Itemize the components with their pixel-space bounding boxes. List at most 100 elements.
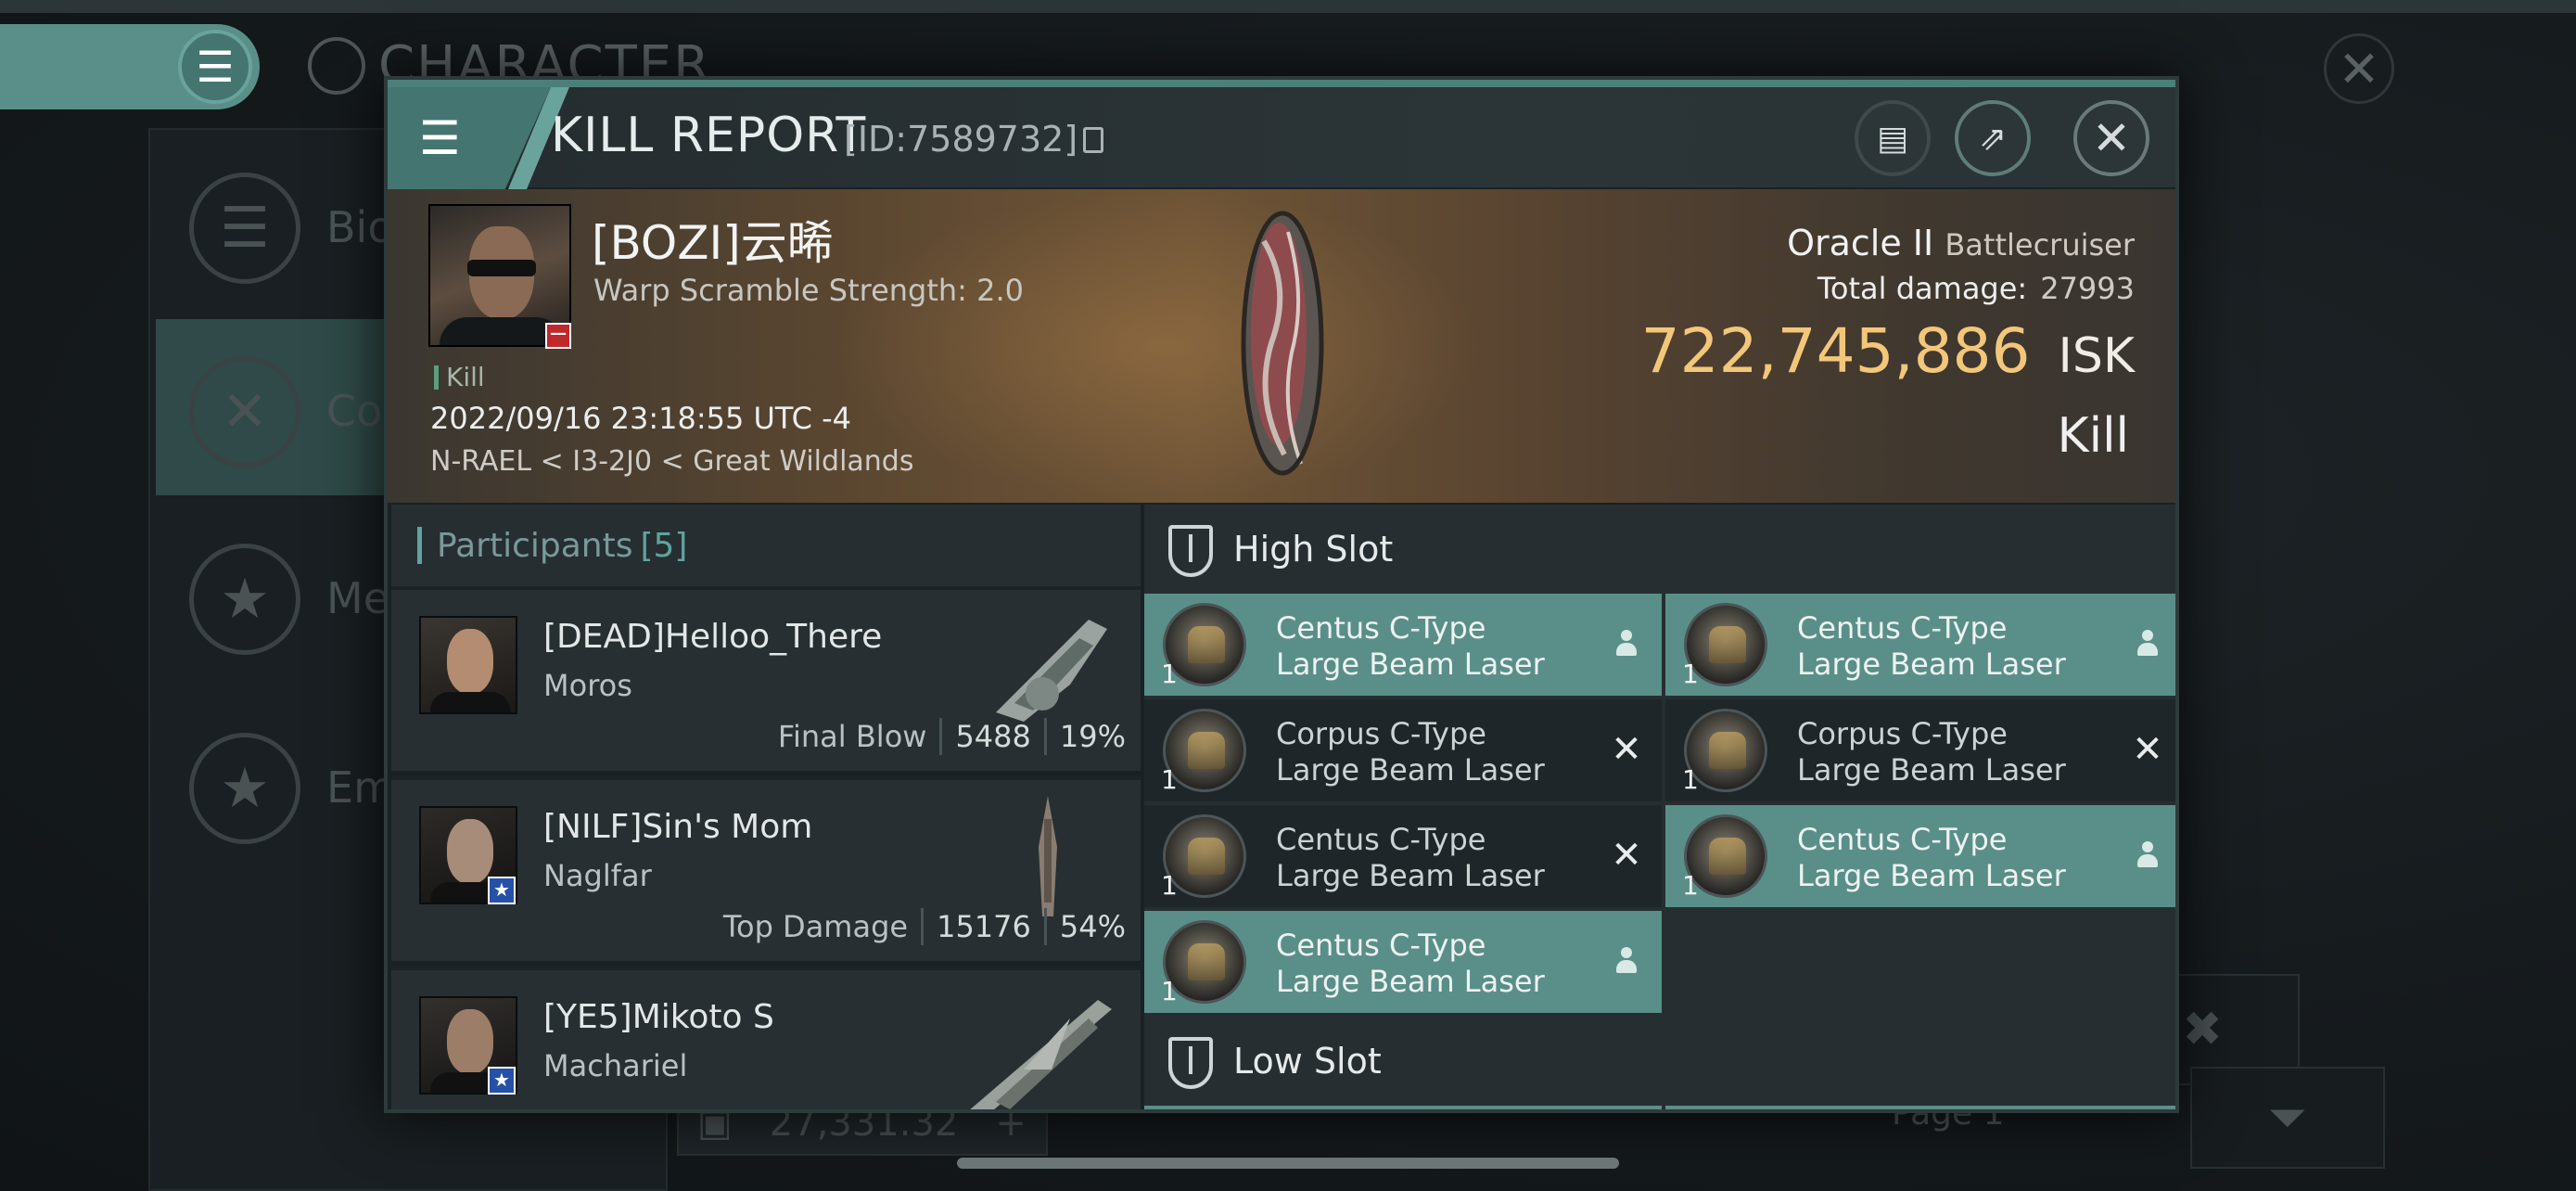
module-item-partial[interactable] [1144, 1106, 1662, 1109]
module-quantity: 1 [1682, 870, 1699, 901]
damage-label: Total damage: [1817, 271, 2028, 306]
module-item[interactable]: 1 Centus C-Type Large Beam Laser [1144, 594, 1662, 696]
module-name: Corpus C-Type Large Beam Laser [1797, 716, 2066, 788]
hostile-badge: − [545, 322, 571, 349]
module-name: Centus C-Type Large Beam Laser [1276, 822, 1545, 893]
person-icon [1608, 942, 1645, 980]
module-item[interactable]: 1 Corpus C-Type Large Beam Laser ✕ [1144, 699, 1662, 801]
isk-amount: 722,745,886 [1640, 315, 2031, 387]
share-button[interactable]: ⇗ [1955, 100, 2031, 176]
module-name: Corpus C-Type Large Beam Laser [1276, 716, 1545, 788]
victim-banner: − [BOZI]云晞 Warp Scramble Strength: 2.0 K… [388, 189, 2175, 503]
participant-row[interactable]: [DEAD]Helloo_There Moros Final Blow 5488… [391, 590, 1141, 775]
total-damage: Total damage: 27993 [1817, 271, 2135, 306]
participant-ship: Machariel [543, 1048, 688, 1083]
module-quantity: 1 [1682, 659, 1699, 689]
kill-report-dialog: ☰ KILL REPORT [ID:7589732] ▤ ⇗ ✕ − [BOZI… [384, 76, 2179, 1113]
module-item-partial[interactable] [1665, 1106, 2175, 1109]
destroyed-x-icon: ✕ [2132, 728, 2163, 771]
kill-type-tag: Kill [434, 362, 485, 392]
module-name: Centus C-Type Large Beam Laser [1276, 610, 1545, 682]
person-glyph [1614, 945, 1639, 977]
stat-divider [1043, 718, 1047, 755]
share-icon: ⇗ [1978, 119, 2008, 158]
module-quantity: 1 [1161, 976, 1178, 1006]
participant-ship: Naglfar [543, 858, 652, 893]
standing-star-badge: ★ [488, 877, 516, 904]
module-quantity: 1 [1161, 870, 1178, 901]
sidebar-item-label: Me [326, 573, 389, 623]
participant-name: [NILF]Sin's Mom [543, 808, 813, 846]
participants-panel: Participants [5] [DEAD]Helloo_There Moros… [391, 505, 1141, 1109]
stat-divider [1043, 908, 1047, 945]
avatar-head [447, 629, 493, 694]
module-quantity: 1 [1682, 764, 1699, 795]
low-slot-header: Low Slot [1144, 1017, 2175, 1106]
ship-class: Battlecruiser [1945, 227, 2135, 263]
crossed-swords-icon: ✕ [189, 356, 300, 467]
person-icon [1608, 625, 1645, 662]
main-menu-button[interactable]: ☰ [0, 24, 260, 109]
participant-row[interactable]: ★ [NILF]Sin's Mom Naglfar Top Damage 151… [391, 780, 1141, 966]
destroyed-x-icon: ✕ [1611, 728, 1642, 771]
module-item[interactable]: 1 Centus C-Type Large Beam Laser ✕ [1144, 805, 1662, 907]
high-slot-header: High Slot [1144, 505, 2175, 594]
sidebar-item-label: Co [326, 386, 383, 436]
avatar-head [447, 1009, 493, 1074]
dialog-close-button[interactable]: ✕ [2073, 100, 2149, 176]
filter-icon: ⏷ [2268, 1089, 2307, 1146]
kill-location[interactable]: N-RAEL < I3-2J0 < Great Wildlands [430, 445, 913, 478]
person-glyph [2136, 839, 2160, 871]
kill-datetime: 2022/09/16 23:18:55 UTC -4 [430, 401, 852, 436]
low-slot-label: Low Slot [1233, 1041, 1382, 1082]
stat-divider [921, 908, 925, 945]
participant-avatar [419, 616, 517, 714]
avatar-head [447, 819, 493, 884]
damage-value: 27993 [2040, 271, 2135, 306]
participant-stats: Top Damage 15176 54% [723, 908, 1126, 945]
standing-star-badge: ★ [488, 1067, 516, 1095]
module-item[interactable]: 1 Centus C-Type Large Beam Laser [1665, 594, 2175, 696]
victim-name[interactable]: [BOZI]云晞 [592, 206, 834, 273]
module-name: Centus C-Type Large Beam Laser [1797, 822, 2066, 893]
character-icon [308, 37, 365, 95]
participant-name: [YE5]Mikoto S [543, 998, 774, 1036]
participant-ship: Moros [543, 668, 632, 703]
participant-percent: 54% [1059, 909, 1126, 944]
module-item[interactable]: 1 Corpus C-Type Large Beam Laser ✕ [1665, 699, 2175, 801]
report-id[interactable]: [ID:7589732] [844, 119, 1104, 160]
module-item[interactable]: 1 Centus C-Type Large Beam Laser [1144, 911, 1662, 1013]
module-quantity: 1 [1161, 659, 1178, 689]
participant-damage: 15176 [937, 909, 1031, 944]
star-circle-icon: ★ [189, 733, 300, 844]
high-slot-label: High Slot [1233, 529, 1394, 570]
filter-button[interactable]: ⏷ [2190, 1067, 2385, 1169]
module-item[interactable]: 1 Centus C-Type Large Beam Laser [1665, 805, 2175, 907]
victim-ship[interactable]: Oracle II Battlecruiser [1787, 223, 2135, 263]
top-divider [0, 0, 2576, 13]
wrench-icon: ✖ [2182, 1002, 2223, 1057]
dialog-title: KILL REPORT [551, 108, 867, 163]
victim-ship-image[interactable] [1227, 204, 1338, 482]
participant-row[interactable]: ★ [YE5]Mikoto S Machariel [391, 970, 1141, 1109]
participant-name: [DEAD]Helloo_There [543, 618, 883, 656]
isk-value: 722,745,886 ISK [1641, 315, 2135, 387]
participant-tag: Top Damage [722, 909, 909, 944]
home-indicator[interactable] [957, 1158, 1619, 1169]
participant-ship-image [1039, 796, 1057, 916]
report-id-text: [ID:7589732] [844, 119, 1078, 160]
list-icon: ☰ [189, 173, 300, 284]
participants-count: [5] [640, 526, 688, 565]
person-glyph [1614, 628, 1639, 660]
document-icon: ▤ [1876, 119, 1908, 158]
person-icon [2129, 625, 2166, 662]
screen-close-button[interactable]: ✕ [2324, 33, 2394, 104]
report-details-button[interactable]: ▤ [1855, 100, 1931, 176]
destroyed-x-icon: ✕ [1611, 834, 1642, 877]
star-hexagon-icon: ★ [189, 544, 300, 655]
avatar-body [430, 692, 510, 712]
participant-percent: 19% [1059, 719, 1126, 754]
participant-ship-image [996, 620, 1107, 722]
copy-icon[interactable] [1083, 127, 1104, 153]
low-slot-icon [1168, 1037, 1213, 1089]
